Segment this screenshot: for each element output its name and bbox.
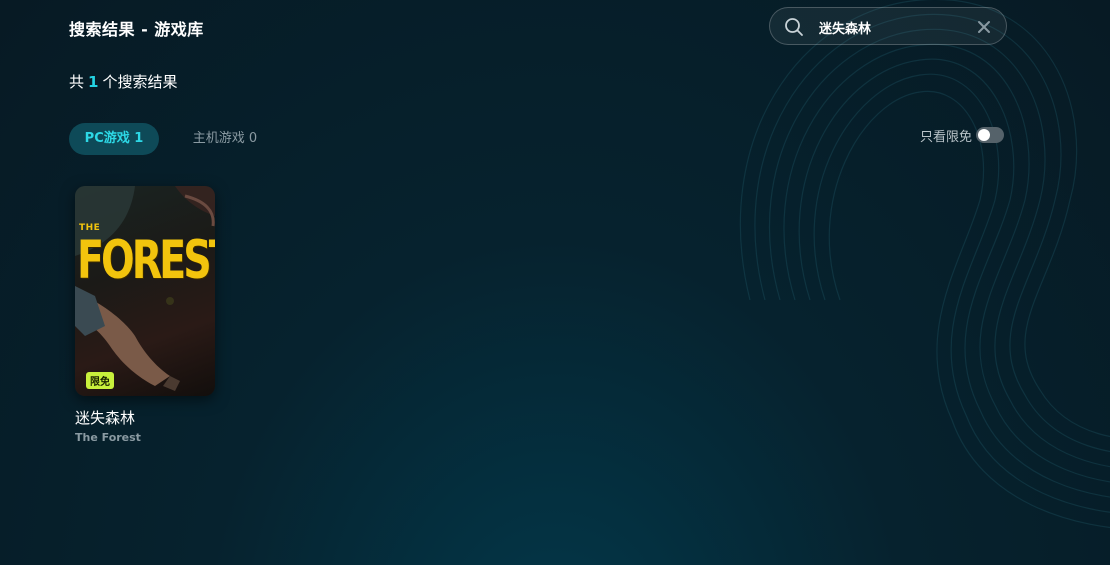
game-english-name: The Forest [75,431,141,444]
result-count-prefix: 共 [69,73,85,91]
close-icon[interactable] [977,20,991,34]
tab-pc-games[interactable]: PC游戏 1 [69,123,159,155]
search-box[interactable] [769,7,1007,45]
toggle-knob [978,129,991,141]
game-cover: THE FOREST 限免 [75,186,215,396]
search-icon [785,18,803,36]
free-badge: 限免 [86,372,114,389]
background-rings [739,0,1110,529]
page-title: 搜索结果 - 游戏库 [69,20,204,39]
game-name: 迷失森林 [75,409,136,427]
result-count-number: 1 [88,73,99,91]
free-only-toggle[interactable] [976,127,1005,143]
search-input[interactable] [817,16,971,38]
free-only-filter: 只看限免 [920,125,1005,145]
free-only-label: 只看限免 [920,129,973,145]
result-count: 共 1 个搜索结果 [69,71,177,92]
result-count-suffix: 个搜索结果 [102,73,178,91]
tab-console-games[interactable]: 主机游戏 0 [180,123,270,155]
game-card[interactable]: THE FOREST 限免 迷失森林 The Forest [75,186,215,444]
cover-logo-title: FOREST [77,230,215,292]
